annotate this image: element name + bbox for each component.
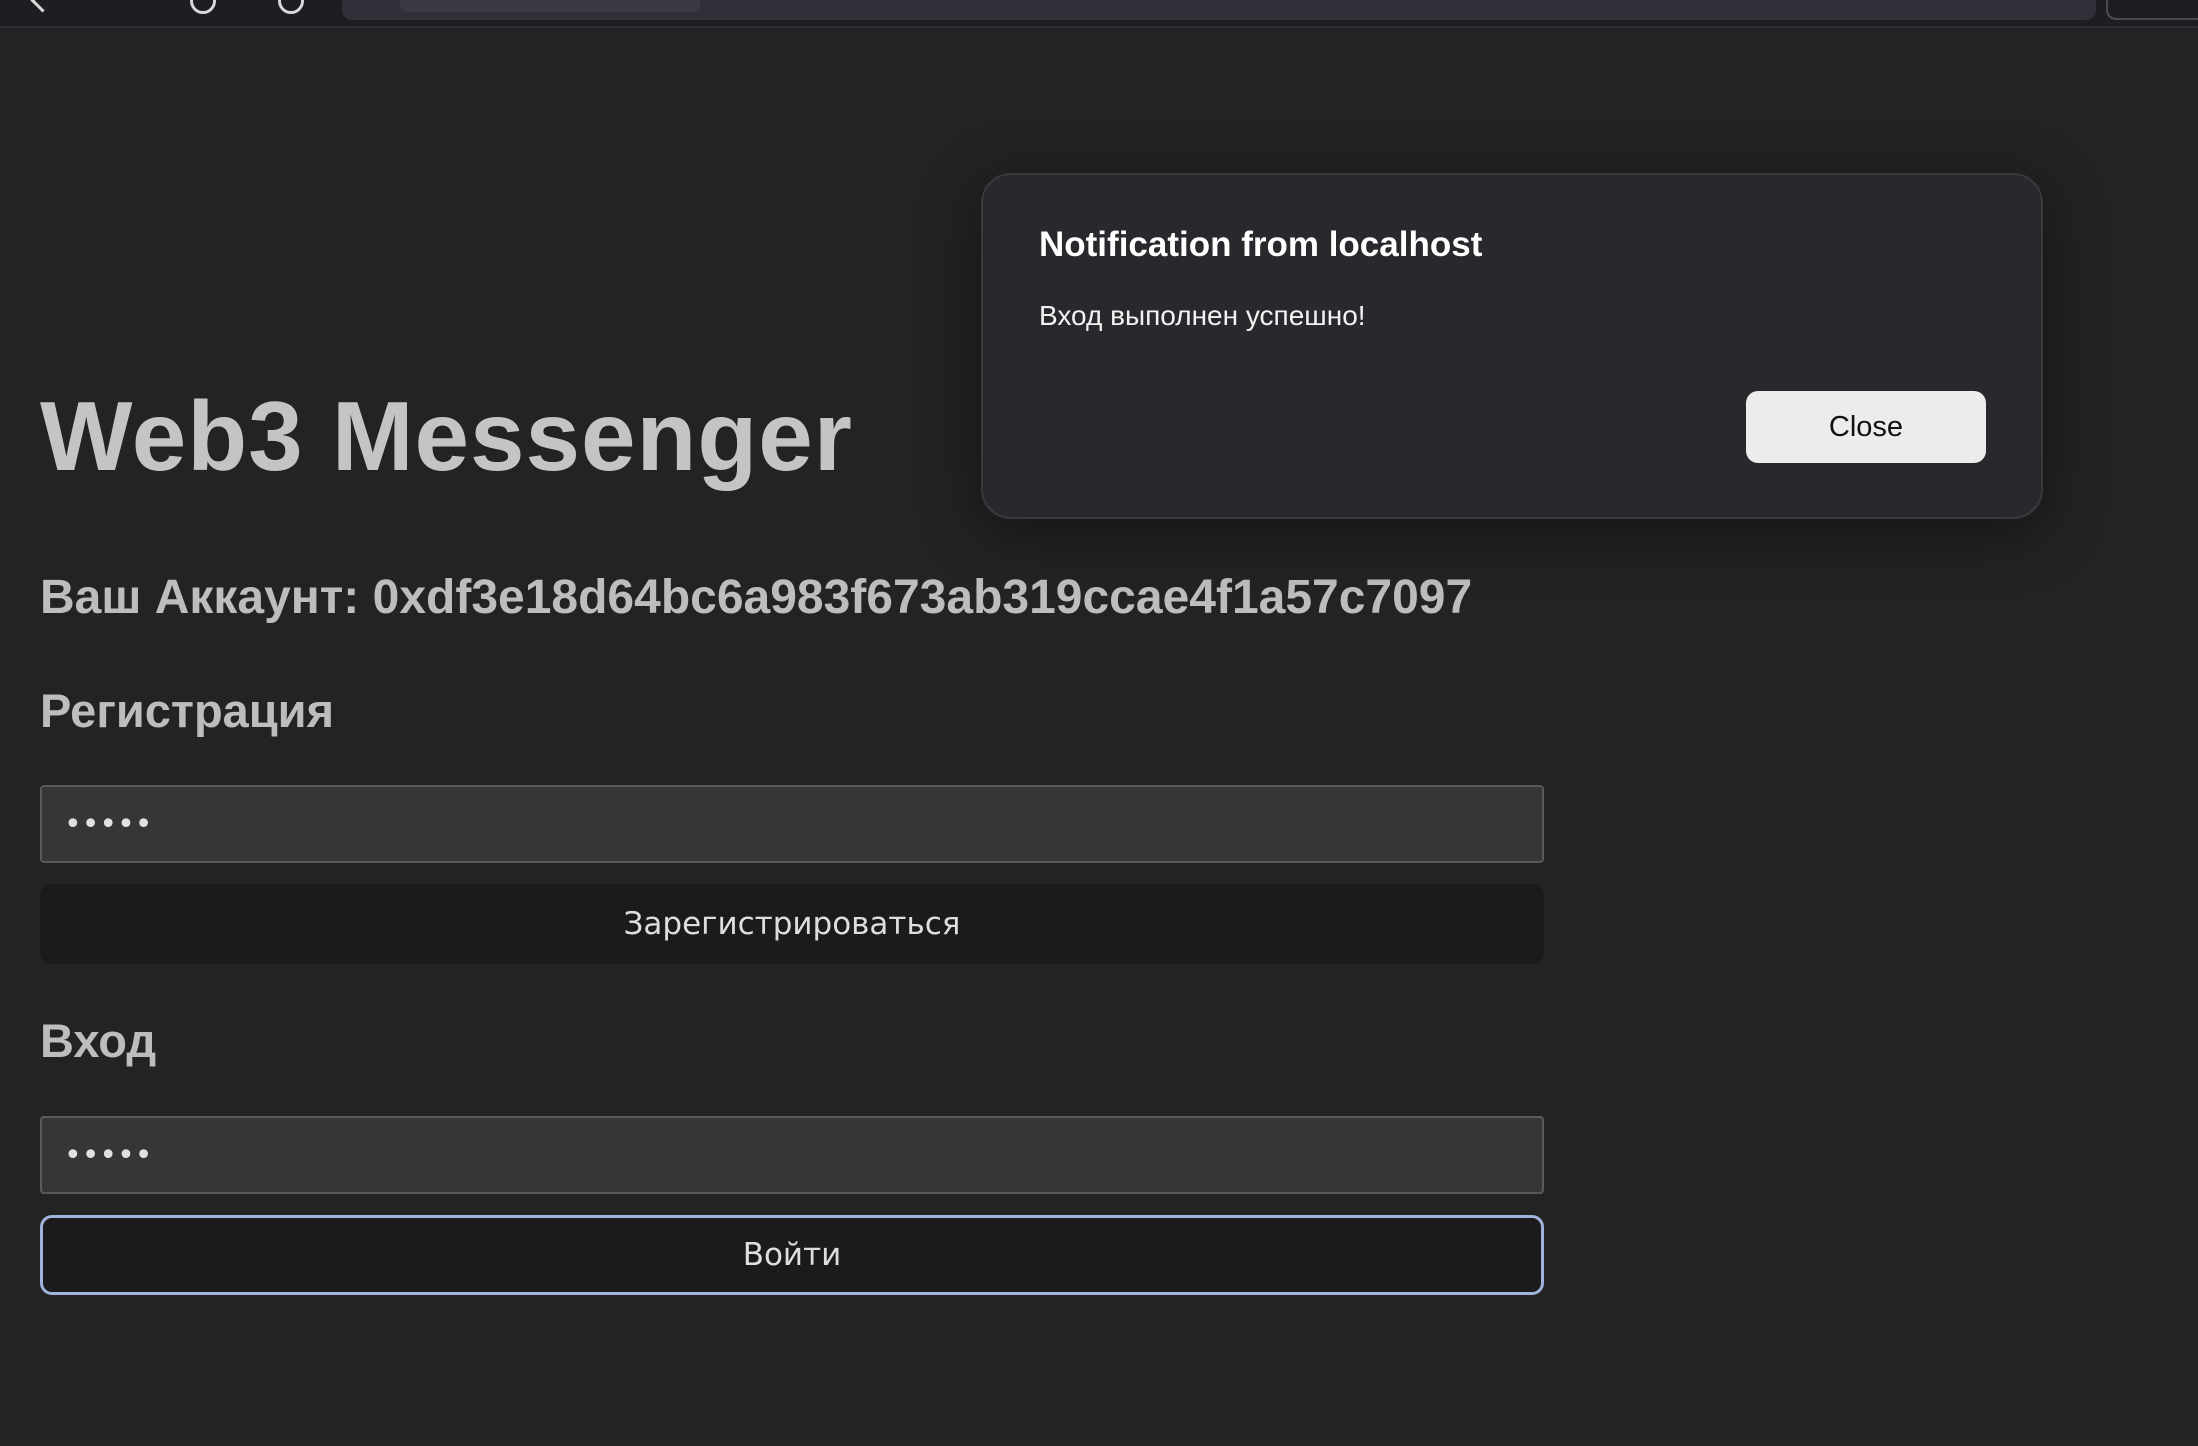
login-button[interactable]: Войти [40, 1215, 1544, 1295]
login-heading: Вход [40, 1014, 157, 1067]
address-bar[interactable] [342, 0, 2096, 20]
reload-icon[interactable] [278, 0, 304, 14]
dialog-close-button[interactable]: Close [1746, 391, 1986, 463]
register-username-input[interactable] [40, 785, 1544, 863]
browser-extension-button[interactable] [2106, 0, 2198, 20]
info-icon[interactable] [190, 0, 216, 14]
account-address: Ваш Аккаунт: 0xdf3e18d64bc6a983f673ab319… [40, 571, 1473, 624]
browser-toolbar [0, 0, 2198, 28]
dialog-title: Notification from localhost [1039, 225, 1483, 264]
register-heading: Регистрация [40, 684, 335, 737]
site-info-chip[interactable] [400, 0, 700, 12]
url-text-fragment [1122, 0, 1322, 4]
back-arrow-icon[interactable] [30, 0, 55, 13]
page-title: Web3 Messenger [40, 381, 853, 491]
notification-dialog: Notification from localhost Вход выполне… [981, 173, 2043, 519]
register-button[interactable]: Зарегистрироваться [40, 884, 1544, 964]
login-username-input[interactable] [40, 1116, 1544, 1194]
dialog-message: Вход выполнен успешно! [1039, 300, 1366, 331]
